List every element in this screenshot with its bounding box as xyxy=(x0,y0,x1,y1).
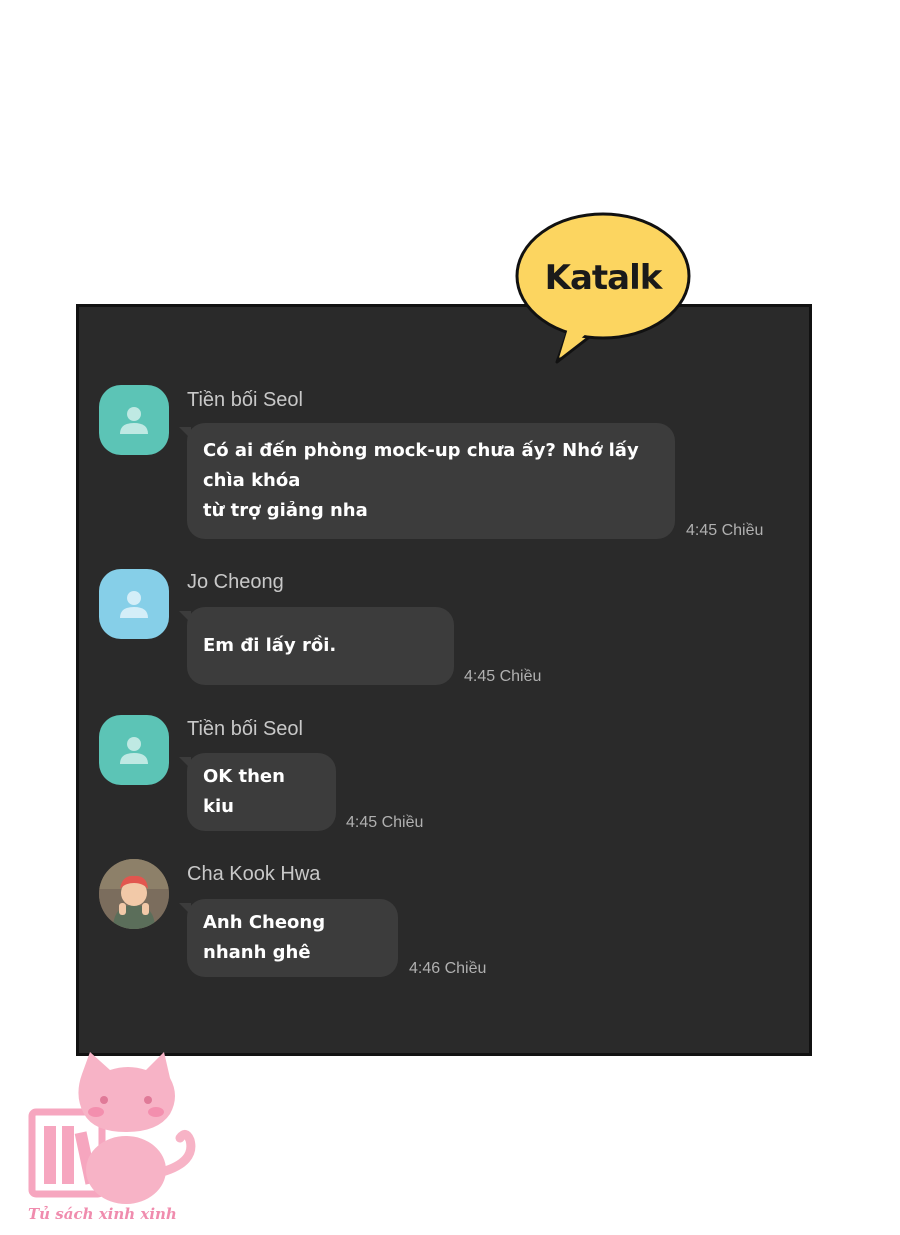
sender-name: Jo Cheong xyxy=(187,571,284,593)
person-icon xyxy=(120,737,148,764)
sender-name: Tiền bối Seol xyxy=(187,718,303,740)
chat-panel: Tiền bối Seol Có ai đến phòng mock-up ch… xyxy=(76,304,812,1056)
avatar[interactable] xyxy=(99,715,169,785)
avatar[interactable] xyxy=(99,859,169,929)
message-line: từ trợ giảng nha xyxy=(203,500,368,521)
callout-label: Katalk xyxy=(544,258,663,298)
message-bubble[interactable]: Em đi lấy rồi. xyxy=(179,607,454,685)
sender-name: Tiền bối Seol xyxy=(187,389,303,411)
message-time: 4:45 Chiều xyxy=(346,814,424,831)
person-icon xyxy=(120,407,148,434)
avatar[interactable] xyxy=(99,569,169,639)
watermark-logo: Tủ sách xinh xinh xyxy=(20,1052,200,1232)
message-time: 4:45 Chiều xyxy=(464,668,542,685)
profile-photo-icon xyxy=(99,859,169,929)
message-time: 4:46 Chiều xyxy=(409,960,487,977)
message-line: OK then kiu xyxy=(203,766,285,817)
message-bubble[interactable]: Có ai đến phòng mock-up chưa ấy? Nhớ lấy… xyxy=(179,423,675,539)
message-bubble[interactable]: Anh Cheong nhanh ghê xyxy=(179,899,398,977)
cat-books-logo-icon xyxy=(28,1052,196,1204)
katalk-callout: Katalk xyxy=(513,210,693,370)
message-line: Em đi lấy rồi. xyxy=(203,635,337,656)
avatar[interactable] xyxy=(99,385,169,455)
message-line: Có ai đến phòng mock-up chưa ấy? Nhớ lấy… xyxy=(203,440,639,491)
message-time: 4:45 Chiều xyxy=(686,522,764,539)
watermark-text: Tủ sách xinh xinh xyxy=(28,1205,177,1223)
sender-name: Cha Kook Hwa xyxy=(187,863,321,885)
person-icon xyxy=(120,591,148,618)
message-bubble[interactable]: OK then kiu xyxy=(179,753,336,831)
message-line: Anh Cheong nhanh ghê xyxy=(203,912,326,963)
